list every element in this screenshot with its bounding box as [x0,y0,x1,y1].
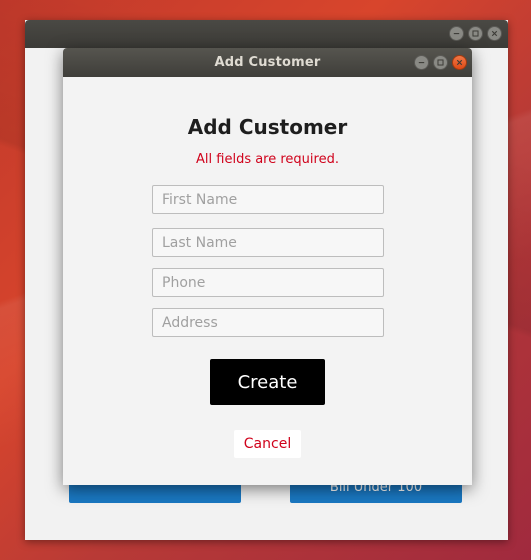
dialog-titlebar: Add Customer [63,48,472,77]
minimize-icon[interactable] [449,26,464,41]
dialog-window-controls [414,55,467,70]
close-icon[interactable] [452,55,467,70]
main-window-titlebar [25,20,508,48]
add-customer-dialog: Add Customer Add Customer All fields are… [63,48,472,485]
page-title: Add Customer [187,115,348,139]
cancel-button[interactable]: Cancel [234,430,301,458]
minimize-icon[interactable] [414,55,429,70]
maximize-icon[interactable] [468,26,483,41]
close-icon[interactable] [487,26,502,41]
last-name-field[interactable] [152,228,384,257]
create-button[interactable]: Create [210,359,325,405]
main-window-controls [449,26,502,41]
address-field[interactable] [152,308,384,337]
required-fields-notice: All fields are required. [196,152,339,167]
dialog-title: Add Customer [214,55,321,70]
first-name-field[interactable] [152,185,384,214]
phone-field[interactable] [152,268,384,297]
maximize-icon[interactable] [433,55,448,70]
